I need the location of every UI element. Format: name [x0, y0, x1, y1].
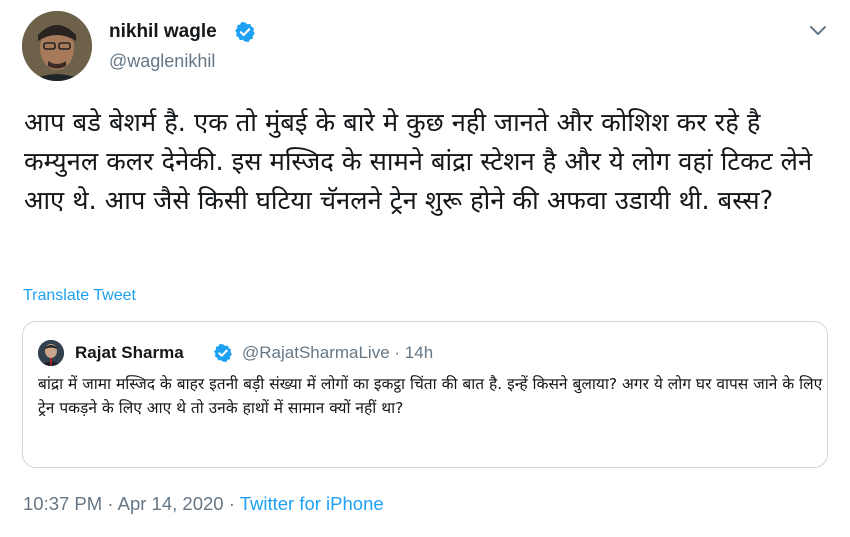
quoted-author-handle[interactable]: @RajatSharmaLive: [242, 343, 390, 362]
quoted-author-avatar[interactable]: [38, 340, 64, 366]
quoted-tweet[interactable]: Rajat Sharma @RajatSharmaLive · 14h बांद…: [22, 321, 828, 468]
quoted-tweet-meta: @RajatSharmaLive · 14h: [242, 342, 433, 364]
chevron-down-icon[interactable]: [808, 24, 828, 38]
quoted-author-name[interactable]: Rajat Sharma: [75, 342, 184, 364]
verified-badge-icon: [214, 343, 232, 363]
tweet-text: आप बडे बेशर्म है. एक तो मुंबई के बारे मे…: [24, 108, 821, 216]
tweet-card: nikhil wagle @waglenikhil आप बडे बेशर्म …: [0, 0, 850, 537]
tweet-date[interactable]: Apr 14, 2020: [118, 493, 224, 514]
meta-separator: ·: [107, 493, 114, 514]
quoted-tweet-time[interactable]: 14h: [405, 343, 433, 362]
verified-badge-icon: [235, 21, 255, 43]
author-name[interactable]: nikhil wagle: [109, 20, 217, 44]
meta-separator: ·: [394, 343, 401, 362]
meta-separator: ·: [228, 493, 235, 514]
author-handle[interactable]: @waglenikhil: [109, 50, 215, 72]
tweet-source-link[interactable]: Twitter for iPhone: [240, 493, 384, 514]
tweet-time[interactable]: 10:37 PM: [23, 493, 102, 514]
translate-tweet-link[interactable]: Translate Tweet: [23, 286, 136, 306]
author-avatar[interactable]: [22, 11, 92, 81]
quoted-tweet-text: बांद्रा में जामा मस्जिद के बाहर इतनी बड़…: [38, 375, 823, 417]
tweet-meta: 10:37 PM · Apr 14, 2020 · Twitter for iP…: [23, 492, 384, 516]
